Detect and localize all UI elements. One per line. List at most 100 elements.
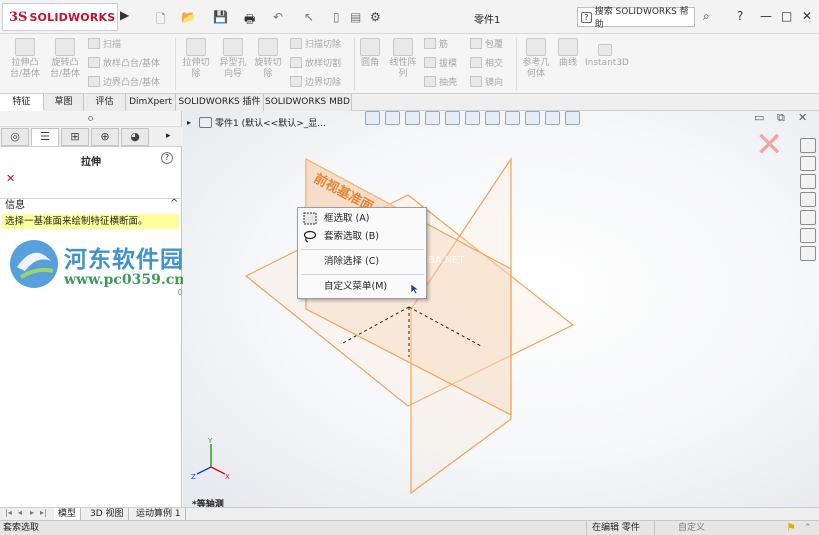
cancel-icon[interactable]: ✕ — [6, 172, 15, 185]
property-manager-tab-icon[interactable]: ☰ — [31, 128, 59, 146]
tab-scroll-last-icon[interactable]: ▸| — [40, 508, 47, 517]
linear-pattern-button[interactable]: 线性阵 列 — [385, 38, 421, 80]
draft-button[interactable]: 拔模 — [424, 56, 457, 69]
tab-dimxpert[interactable]: DimXpert — [126, 94, 176, 111]
boundary-cut-label: 边界切除 — [305, 78, 342, 88]
lasso-select-item[interactable]: 套索选取 (B) — [298, 228, 426, 246]
save-icon[interactable]: 💾 — [213, 10, 228, 26]
revolve-cut-button[interactable]: 旋转切 除 — [249, 38, 287, 80]
rebuild-status-icon[interactable]: ⚑ — [786, 521, 796, 535]
lasso-select-label: 套索选取 (B) — [324, 231, 379, 242]
select-arrow-icon[interactable]: ↖ — [304, 10, 314, 26]
tab-scroll-first-icon[interactable]: |◂ — [5, 508, 12, 517]
rib-icon — [424, 38, 436, 49]
restore-button[interactable]: □ — [781, 9, 792, 23]
display-manager-tab-icon[interactable]: ◕ — [121, 128, 149, 146]
boundary-cut-icon — [290, 76, 302, 87]
tab-solidworks-addins[interactable]: SOLIDWORKS 插件 — [176, 94, 264, 111]
triad-z-axis — [196, 466, 212, 475]
tab-evaluate[interactable]: 评估 — [84, 94, 126, 111]
boundary-cut-button[interactable]: 边界切除 — [290, 75, 341, 88]
hole-wizard-button[interactable]: 异型孔 向导 — [214, 38, 252, 80]
help-button[interactable]: ? — [737, 9, 743, 23]
loft-cut-button[interactable]: 放样切割 — [290, 56, 341, 69]
help-icon[interactable]: ? — [161, 152, 173, 164]
mirror-label: 镜向 — [485, 78, 504, 88]
panel-tabs-more-icon[interactable]: ▸ — [166, 131, 171, 141]
info-message: 选择一基准面来绘制特征横断面。 — [2, 214, 179, 229]
menu-expand-icon[interactable]: ▶ — [120, 8, 130, 26]
revolve-boss-button[interactable]: 旋转凸 台/基体 — [45, 38, 85, 80]
print-icon[interactable]: 🖶 — [244, 10, 255, 26]
sweep-cut-icon — [290, 38, 302, 49]
ribbon-separator — [354, 38, 355, 90]
reference-geometry-button[interactable]: 参考几 何体 — [518, 38, 554, 80]
panel-pin-icon[interactable] — [88, 116, 93, 121]
close-button[interactable]: ✕ — [802, 9, 812, 23]
status-custom-units[interactable]: 自定义 — [678, 521, 705, 535]
solidworks-logo[interactable]: 3S SOLIDWORKS — [2, 3, 118, 31]
sweep-icon — [88, 38, 100, 49]
sweep-button[interactable]: 扫描 — [88, 37, 121, 50]
extrude-cut-button[interactable]: 拉伸切 除 — [177, 38, 215, 80]
new-file-icon[interactable]: 🗋 — [156, 10, 166, 26]
undo-icon[interactable]: ↶ — [273, 10, 283, 26]
extrude-boss-button[interactable]: 拉伸凸 台/基体 — [5, 38, 45, 80]
tab-solidworks-mbd[interactable]: SOLIDWORKS MBD — [264, 94, 352, 111]
status-expand-icon[interactable]: ⌃ — [804, 521, 812, 535]
view-orientation-label: *等轴测 — [192, 500, 224, 507]
tab-features[interactable]: 特征 — [0, 94, 44, 111]
feature-tree-tab-icon[interactable]: ◎ — [1, 128, 29, 146]
boundary-boss-icon — [88, 76, 100, 87]
document-title: 零件1 — [474, 15, 501, 26]
ribbon-separator — [516, 38, 517, 90]
loft-boss-button[interactable]: 放样凸台/基体 — [88, 56, 160, 69]
shell-button[interactable]: 抽壳 — [424, 75, 457, 88]
help-search-input[interactable]: ? 搜索 SOLIDWORKS 帮助 — [577, 7, 695, 30]
clear-selection-item[interactable]: 消除选择 (C) — [298, 253, 426, 271]
curves-label: 曲线 — [558, 58, 577, 68]
sweep-cut-button[interactable]: 扫描切除 — [290, 37, 341, 50]
feature-manager-panel: ◎ ☰ ⊞ ⊕ ◕ ▸ 拉伸 ? ✕ 信息 ^ 选择一基准面来绘制特征横断面。 — [0, 111, 182, 507]
info-section-header[interactable]: 信息 — [0, 198, 182, 213]
configuration-manager-tab-icon[interactable]: ⊞ — [61, 128, 89, 146]
dimxpert-manager-tab-icon[interactable]: ⊕ — [91, 128, 119, 146]
splitter-grip-icon — [178, 289, 182, 295]
boundary-boss-button[interactable]: 边界凸台/基体 — [88, 75, 160, 88]
title-bar: 3S SOLIDWORKS ▶ 🗋 📂 💾 🖶 ↶ ↖ ▯ ▤ ⚙ 零件1 ? … — [0, 0, 819, 34]
curves-icon — [558, 38, 578, 56]
loft-boss-icon — [88, 57, 100, 68]
fillet-label: 圆角 — [360, 58, 379, 68]
customize-menu-label: 自定义菜单(M) — [324, 281, 388, 292]
graphics-area[interactable]: ▸ 零件1 (默认<<默认>_显... ▭ ⧉ ✕ ✕ 前视基准面 BA.NET… — [183, 111, 819, 507]
status-editing: 在编辑 零件 — [586, 521, 640, 535]
help-search-label: 搜索 SOLIDWORKS 帮助 — [594, 7, 689, 30]
options-gear-icon[interactable]: ⚙ — [370, 10, 381, 26]
minimize-button[interactable]: — — [760, 9, 772, 23]
fillet-button[interactable]: 圆角 — [357, 38, 383, 69]
open-file-icon[interactable]: 📂 — [181, 10, 196, 26]
rebuild-icon[interactable]: ▯ — [333, 10, 340, 26]
instant3d-button[interactable]: Instant3D — [585, 44, 629, 69]
customize-menu-item[interactable]: 自定义菜单(M) — [298, 278, 426, 296]
tab-sketch[interactable]: 草图 — [44, 94, 84, 111]
intersect-button[interactable]: 相交 — [470, 56, 503, 69]
watermark-url: www.pc0359.cn — [64, 272, 185, 288]
curves-button[interactable]: 曲线 — [556, 38, 580, 69]
file-properties-icon[interactable]: ▤ — [350, 10, 361, 26]
rib-button[interactable]: 筋 — [424, 37, 448, 50]
search-magnifier-icon[interactable]: ⌕ — [703, 9, 710, 24]
box-select-item[interactable]: 框选取 (A) — [298, 210, 426, 228]
mirror-button[interactable]: 镜向 — [470, 75, 503, 88]
clear-selection-label: 消除选择 (C) — [324, 256, 380, 267]
tab-scroll-next-icon[interactable]: ▸ — [30, 508, 34, 517]
sweep-label: 扫描 — [103, 40, 122, 50]
collapse-caret-icon[interactable]: ^ — [170, 198, 178, 209]
menu-separator — [301, 249, 424, 250]
tab-scroll-prev-icon[interactable]: ◂ — [18, 508, 22, 517]
reference-geometry-label: 参考几 何体 — [522, 58, 550, 79]
wrap-button[interactable]: 包覆 — [470, 37, 503, 50]
linear-pattern-icon — [393, 38, 413, 56]
wrap-label: 包覆 — [485, 40, 504, 50]
hole-wizard-label: 异型孔 向导 — [219, 58, 247, 79]
